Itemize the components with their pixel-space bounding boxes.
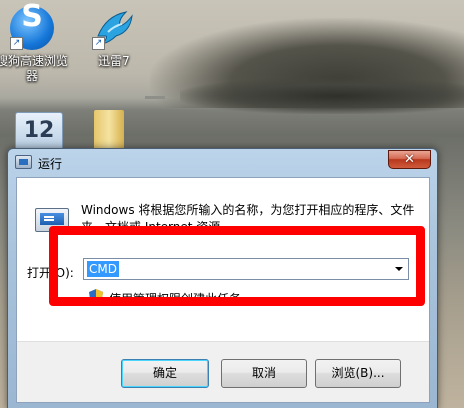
close-button[interactable]: ✕ [388, 150, 431, 169]
desktop-icon-label: 搜狗高速浏览器 [0, 54, 68, 83]
shortcut-arrow-icon: ↗ [92, 37, 105, 50]
dialog-button-bar: 确定 取消 浏览(B)... [17, 341, 429, 402]
dialog-titlebar[interactable]: 运行 ✕ [8, 149, 437, 175]
background-pier [145, 96, 165, 99]
highlight-annotation-box [49, 226, 425, 306]
ok-button[interactable]: 确定 [121, 359, 209, 388]
cancel-button[interactable]: 取消 [221, 359, 307, 388]
desktop-icon-label: 迅雷7 [98, 54, 130, 68]
run-title-icon [15, 155, 32, 169]
shortcut-arrow-icon: ↗ [10, 37, 23, 50]
browse-button[interactable]: 浏览(B)... [315, 359, 401, 388]
dialog-title: 运行 [38, 157, 63, 171]
calendar-gadget[interactable]: 12 [15, 112, 63, 150]
desktop-icon-thunder[interactable]: ↗ 迅雷7 [74, 6, 154, 69]
folder-icon[interactable] [94, 110, 124, 150]
thunder-bird-icon: ↗ [92, 6, 136, 50]
sogou-browser-icon: ↗ [10, 6, 54, 50]
background-island [180, 78, 464, 114]
desktop-icon-sogou-browser[interactable]: ↗ 搜狗高速浏览器 [0, 6, 72, 84]
